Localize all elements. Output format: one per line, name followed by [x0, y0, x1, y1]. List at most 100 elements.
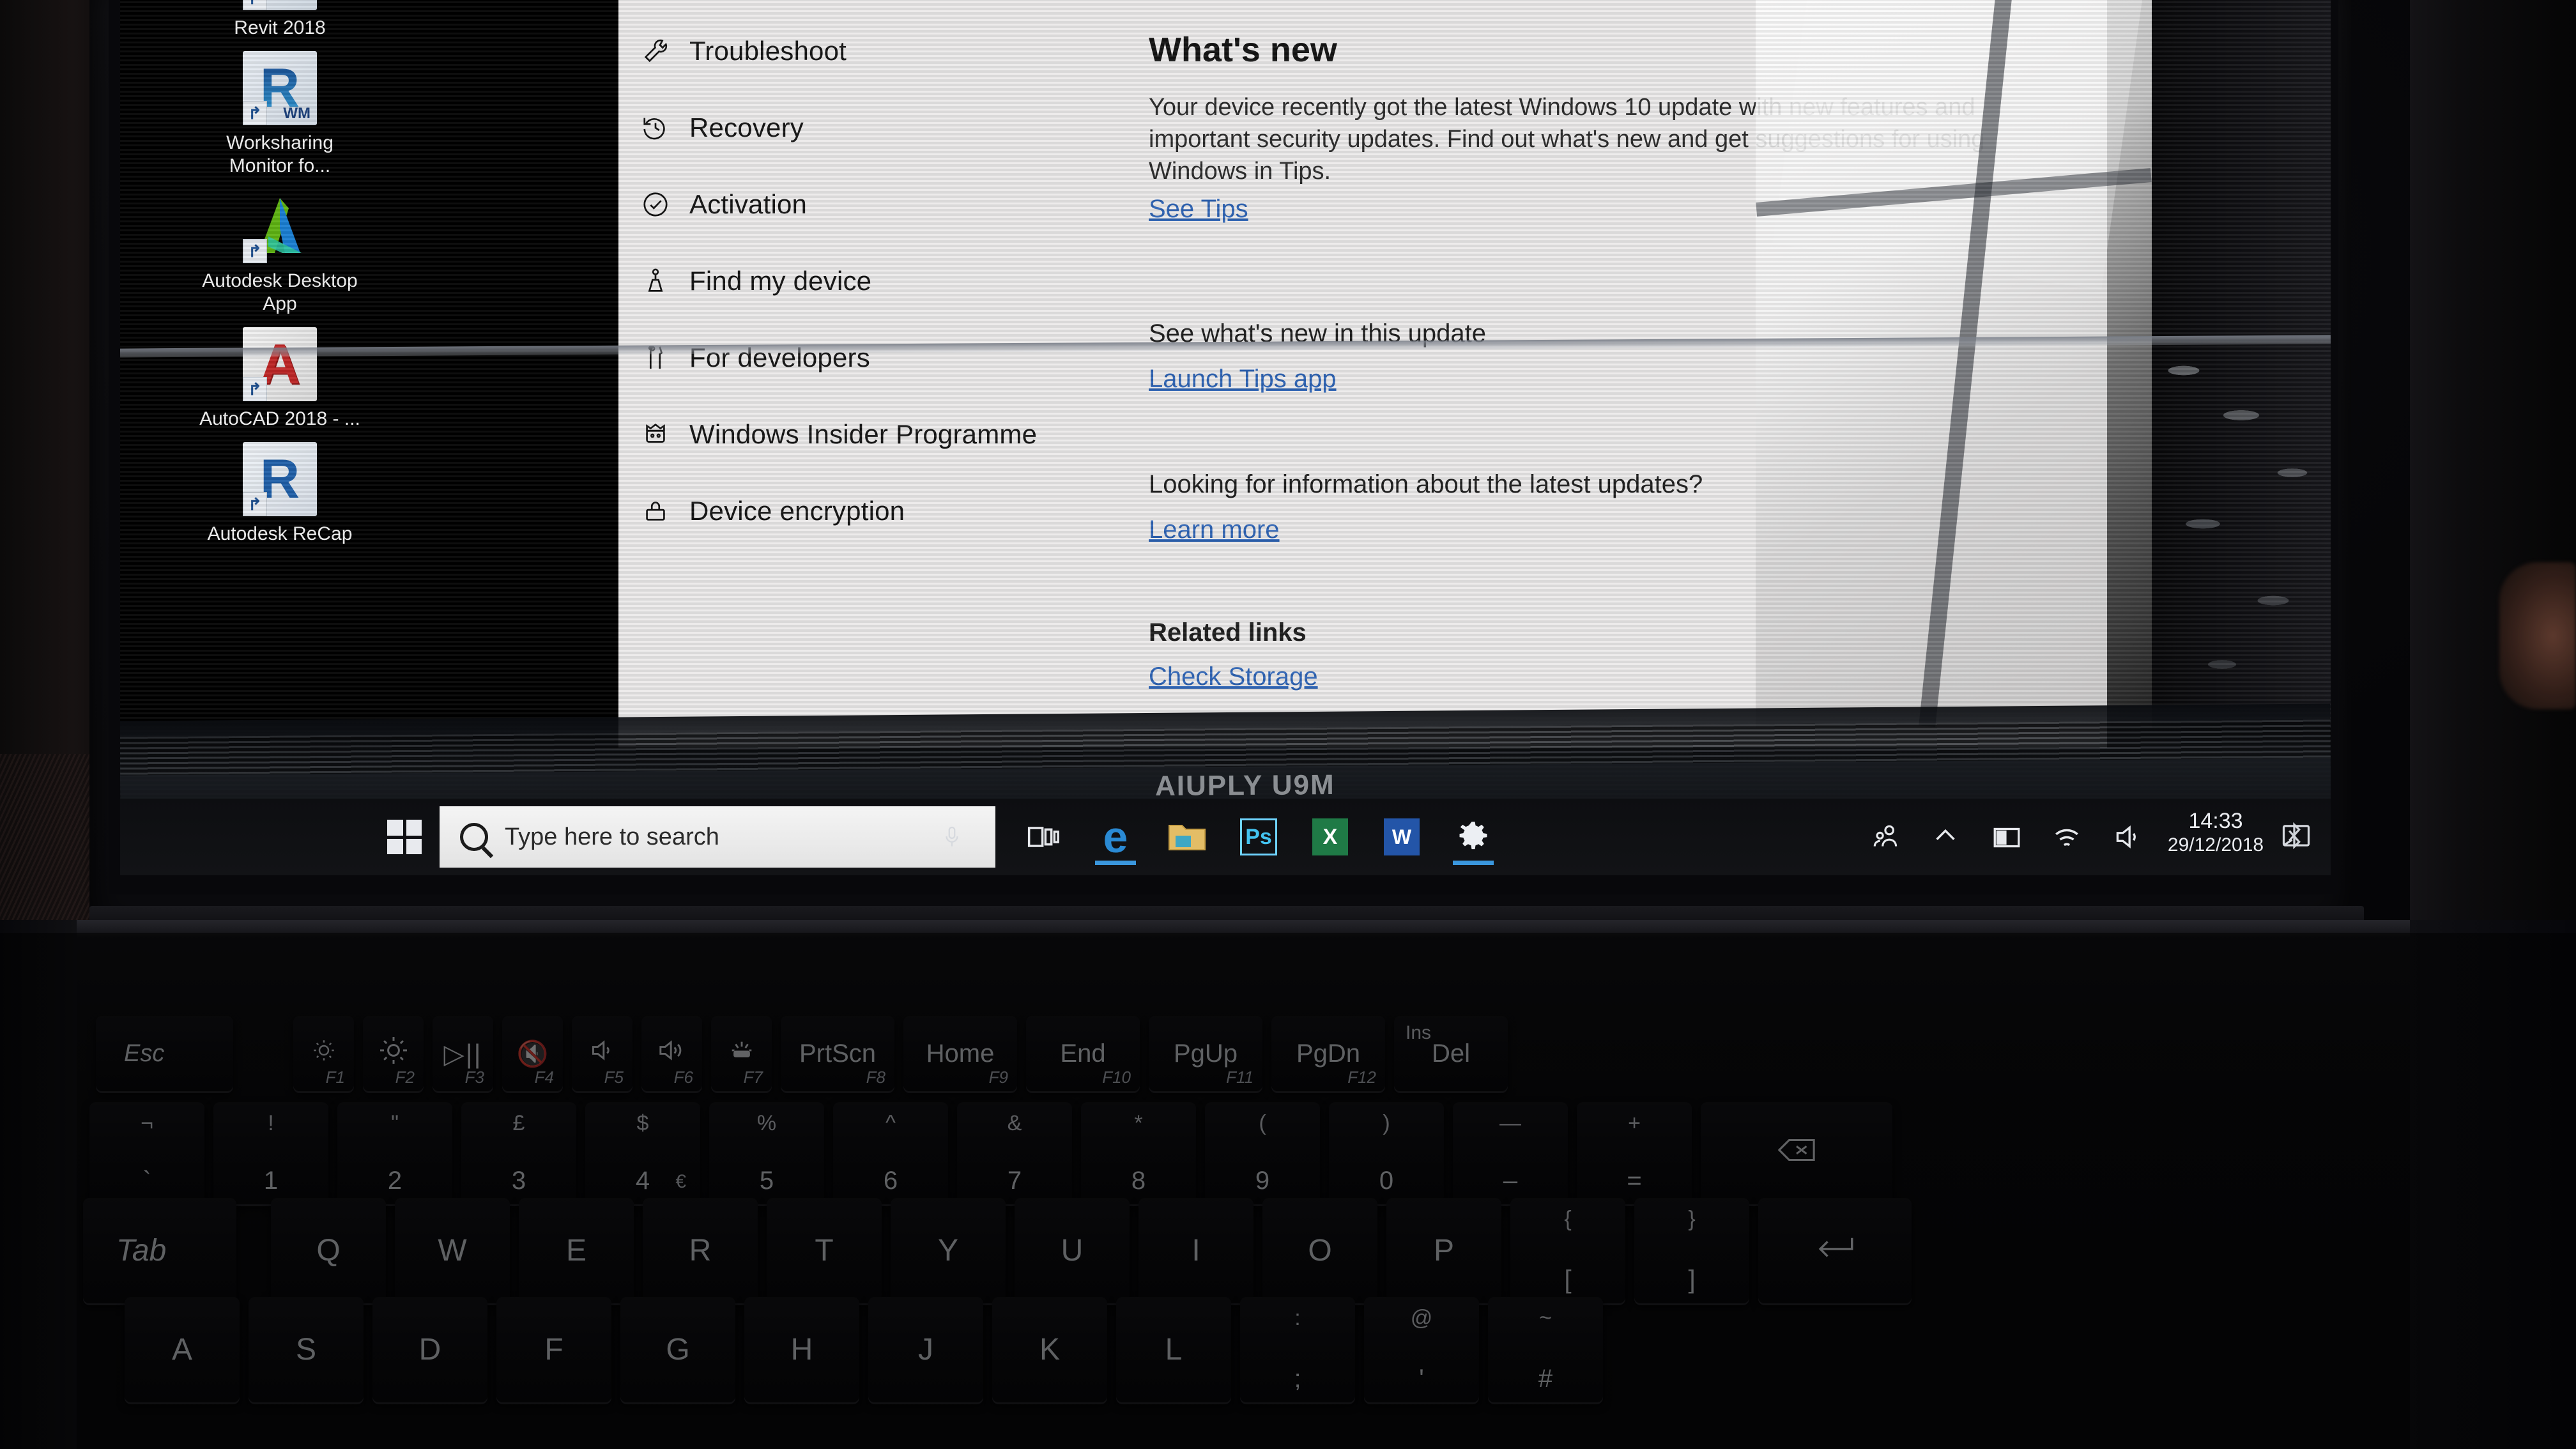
key-7[interactable]: & 7 — [957, 1102, 1072, 1204]
people-icon[interactable] — [1871, 821, 1903, 853]
search-input[interactable]: Type here to search — [440, 806, 995, 868]
windows-desktop: R ↱ Revit 2018 R ↱ WM Worksharing Monito… — [120, 0, 2331, 875]
key-6[interactable]: ^ 6 — [833, 1102, 948, 1204]
desktop-icon-label: Autodesk ReCap — [207, 523, 353, 544]
clock-time: 14:33 — [2188, 809, 2243, 833]
key-u[interactable]: U — [1015, 1198, 1130, 1303]
key-del[interactable]: Del Ins — [1394, 1016, 1508, 1091]
key-s[interactable]: S — [249, 1297, 364, 1402]
volume-icon[interactable] — [2111, 821, 2143, 853]
see-tips-link[interactable]: See Tips — [1149, 195, 2082, 224]
key--[interactable]: + = — [1577, 1102, 1692, 1204]
key-8[interactable]: * 8 — [1081, 1102, 1196, 1204]
key-e[interactable]: E — [519, 1198, 634, 1303]
desktop-icon-autodesk-desktop-app[interactable]: ↱ Autodesk Desktop App — [197, 189, 363, 316]
key--[interactable]: :; — [1240, 1297, 1355, 1402]
search-icon — [460, 823, 488, 851]
key-esc[interactable]: Esc — [96, 1016, 233, 1091]
key-y[interactable]: Y — [891, 1198, 1006, 1303]
key-tab[interactable]: Tab — [83, 1198, 236, 1303]
sidebar-item-device-encryption[interactable]: Device encryption — [618, 473, 1123, 549]
key-shift-label: ! — [268, 1111, 274, 1135]
show-hidden-icons-icon[interactable] — [1931, 821, 1963, 853]
onedrive-icon[interactable] — [1991, 821, 2023, 853]
sidebar-item-for-developers[interactable]: For developers — [618, 319, 1123, 396]
key-a[interactable]: A — [125, 1297, 240, 1402]
key-f4[interactable]: 🔇 F4 — [502, 1016, 563, 1091]
desktop-icon-autodesk-recap[interactable]: R ↱ Autodesk ReCap — [197, 442, 363, 546]
sidebar-item-recovery[interactable]: Recovery — [618, 89, 1123, 166]
notifications-icon[interactable] — [2280, 819, 2313, 852]
key-h[interactable]: H — [744, 1297, 859, 1402]
key-p[interactable]: P — [1386, 1198, 1501, 1303]
key--[interactable]: — – — [1453, 1102, 1568, 1204]
key-f7[interactable]: F7 — [711, 1016, 772, 1091]
taskbar-button-edge[interactable]: e — [1080, 805, 1151, 869]
key-d[interactable]: D — [372, 1297, 487, 1402]
key-f1[interactable]: F1 — [293, 1016, 354, 1091]
key-home[interactable]: Home F9 — [903, 1016, 1017, 1091]
key--[interactable]: ~ # — [1488, 1297, 1603, 1402]
key-f6[interactable]: F6 — [641, 1016, 702, 1091]
desktop-icon-autocad-2018[interactable]: A ↱ AutoCAD 2018 - ... — [197, 327, 363, 431]
key-9[interactable]: (9 — [1205, 1102, 1320, 1204]
sidebar-item-troubleshoot[interactable]: Troubleshoot — [618, 13, 1123, 89]
taskbar-button-photoshop[interactable]: Ps — [1223, 805, 1294, 869]
taskbar-button-settings[interactable] — [1438, 805, 1509, 869]
learn-more-link[interactable]: Learn more — [1149, 516, 2082, 544]
key-pgdn[interactable]: PgDn F12 — [1271, 1016, 1385, 1091]
taskbar-clock[interactable]: 14:33 29/12/2018 — [2158, 808, 2273, 857]
key-prtscn[interactable]: PrtScn F8 — [781, 1016, 894, 1091]
key--[interactable]: }] — [1634, 1198, 1749, 1303]
key-g[interactable]: G — [620, 1297, 735, 1402]
key-shift-label: : — [1294, 1306, 1301, 1330]
key-fn-label: F9 — [988, 1068, 1008, 1087]
key-j[interactable]: J — [868, 1297, 983, 1402]
check-storage-link[interactable]: Check Storage — [1149, 663, 2082, 691]
desktop-icon-worksharing-monitor[interactable]: R ↱ WM Worksharing Monitor fo... — [197, 51, 363, 178]
key-w[interactable]: W — [395, 1198, 510, 1303]
microphone-icon[interactable] — [941, 824, 963, 852]
key-0[interactable]: ) 0 — [1329, 1102, 1444, 1204]
key--[interactable]: @ ' — [1364, 1297, 1479, 1402]
key-f[interactable]: F — [496, 1297, 611, 1402]
word-icon: W — [1384, 818, 1420, 855]
key-q[interactable]: Q — [271, 1198, 386, 1303]
settings-content-pane: Advanced options What's new Your device … — [1123, 0, 2107, 747]
key-5[interactable]: % 5 — [709, 1102, 824, 1204]
key-f3[interactable]: ▷|| F3 — [433, 1016, 493, 1091]
key-t[interactable]: T — [767, 1198, 882, 1303]
taskbar-button-word[interactable]: W — [1366, 805, 1438, 869]
network-icon[interactable] — [2051, 821, 2083, 853]
key-2[interactable]: " 2 — [337, 1102, 452, 1204]
taskbar-button-excel[interactable]: X — [1294, 805, 1366, 869]
key-pgup[interactable]: PgUp F11 — [1149, 1016, 1262, 1091]
desktop-icon-revit-2018[interactable]: R ↱ Revit 2018 — [197, 0, 363, 40]
key-i[interactable]: I — [1138, 1198, 1254, 1303]
sidebar-item-windows-insider-programme[interactable]: Windows Insider Programme — [618, 396, 1123, 473]
key-3[interactable]: £3 — [461, 1102, 576, 1204]
start-button[interactable] — [376, 806, 433, 868]
key--[interactable]: ¬ ` — [89, 1102, 204, 1204]
key-4[interactable]: $4 € — [585, 1102, 700, 1204]
key-end[interactable]: End F10 — [1026, 1016, 1140, 1091]
taskbar-button-file-explorer[interactable] — [1151, 805, 1223, 869]
taskbar-button-task-view[interactable] — [1008, 805, 1080, 869]
sidebar-item-activation[interactable]: Activation — [618, 166, 1123, 243]
key-label: F — [544, 1333, 564, 1367]
key-1[interactable]: ! 1 — [213, 1102, 328, 1204]
key-k[interactable]: K — [992, 1297, 1107, 1402]
key-f2[interactable]: F2 — [363, 1016, 424, 1091]
key-enter[interactable] — [1758, 1198, 1912, 1303]
key--[interactable]: {[ — [1510, 1198, 1625, 1303]
key-backspace[interactable] — [1701, 1102, 1892, 1204]
sidebar-item-find-my-device[interactable]: Find my device — [618, 243, 1123, 319]
key-o[interactable]: O — [1262, 1198, 1377, 1303]
key-l[interactable]: L — [1116, 1297, 1231, 1402]
key-label: W — [438, 1234, 467, 1268]
key-f5[interactable]: F5 — [572, 1016, 632, 1091]
sidebar-item-backup[interactable]: Backup — [618, 0, 1123, 13]
launch-tips-app-link[interactable]: Launch Tips app — [1149, 365, 2082, 394]
key-fn-label: F8 — [866, 1068, 885, 1087]
key-r[interactable]: R — [643, 1198, 758, 1303]
